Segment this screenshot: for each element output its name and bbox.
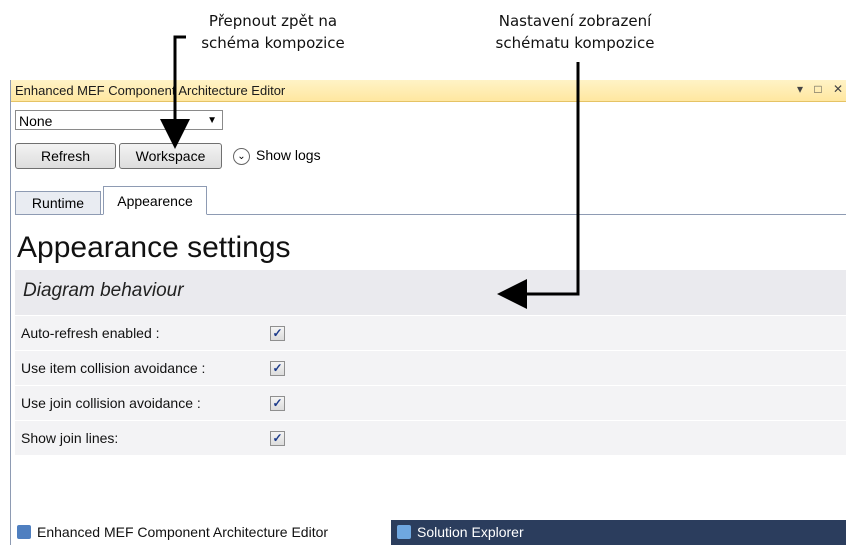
bottom-tab-label: Enhanced MEF Component Architecture Edit… (37, 524, 329, 540)
window-controls[interactable]: ▾ □ ✕ (797, 82, 846, 96)
tab-appearance[interactable]: Appearence (103, 186, 207, 215)
window-title: Enhanced MEF Component Architecture Edit… (15, 83, 286, 98)
setting-row: Auto-refresh enabled : ✓ (15, 316, 846, 351)
setting-label: Auto-refresh enabled : (21, 325, 160, 341)
setting-label: Use join collision avoidance : (21, 395, 201, 411)
solution-explorer-icon (397, 525, 411, 539)
refresh-button[interactable]: Refresh (15, 143, 116, 169)
annotation-line: schématu kompozice (495, 34, 655, 52)
tool-window: Enhanced MEF Component Architecture Edit… (10, 80, 846, 545)
tab-runtime[interactable]: Runtime (15, 191, 101, 215)
window-titlebar: Enhanced MEF Component Architecture Edit… (11, 80, 846, 102)
section-header: Diagram behaviour (15, 270, 846, 315)
show-logs-toggle[interactable]: ⌄ Show logs (233, 147, 321, 165)
mef-editor-icon (17, 525, 31, 539)
bottom-tab-label: Solution Explorer (417, 524, 524, 540)
dropdown-value: None (19, 113, 53, 129)
bottom-tab-mef-editor[interactable]: Enhanced MEF Component Architecture Edit… (11, 520, 391, 545)
bottom-tab-solution-explorer[interactable]: Solution Explorer (391, 520, 611, 545)
workspace-button[interactable]: Workspace (119, 143, 222, 169)
annotation-line: Přepnout zpět na (208, 12, 338, 30)
setting-row: Show join lines: ✓ (15, 421, 846, 456)
checkbox-join-collision[interactable]: ✓ (270, 396, 285, 411)
annotation-switch-back: Přepnout zpět na schéma kompozice (178, 10, 368, 54)
tab-strip: Runtime Appearence (15, 185, 846, 215)
annotation-display-settings: Nastavení zobrazení schématu kompozice (470, 10, 680, 54)
page-title: Appearance settings (17, 231, 291, 264)
setting-label: Use item collision avoidance : (21, 360, 206, 376)
checkbox-show-join-lines[interactable]: ✓ (270, 431, 285, 446)
checkbox-item-collision[interactable]: ✓ (270, 361, 285, 376)
section-title: Diagram behaviour (23, 280, 184, 301)
mode-dropdown[interactable]: None ▼ (15, 110, 223, 130)
setting-row: Use item collision avoidance : ✓ (15, 351, 846, 386)
setting-row: Use join collision avoidance : ✓ (15, 386, 846, 421)
setting-label: Show join lines: (21, 430, 119, 446)
annotation-line: Nastavení zobrazení (498, 12, 652, 30)
bottom-tab-bar: Enhanced MEF Component Architecture Edit… (11, 520, 846, 545)
show-logs-label: Show logs (256, 147, 321, 163)
annotation-line: schéma kompozice (201, 34, 345, 52)
chevron-down-icon: ▼ (207, 115, 217, 126)
checkbox-auto-refresh[interactable]: ✓ (270, 326, 285, 341)
expand-chevron-icon: ⌄ (233, 147, 250, 165)
